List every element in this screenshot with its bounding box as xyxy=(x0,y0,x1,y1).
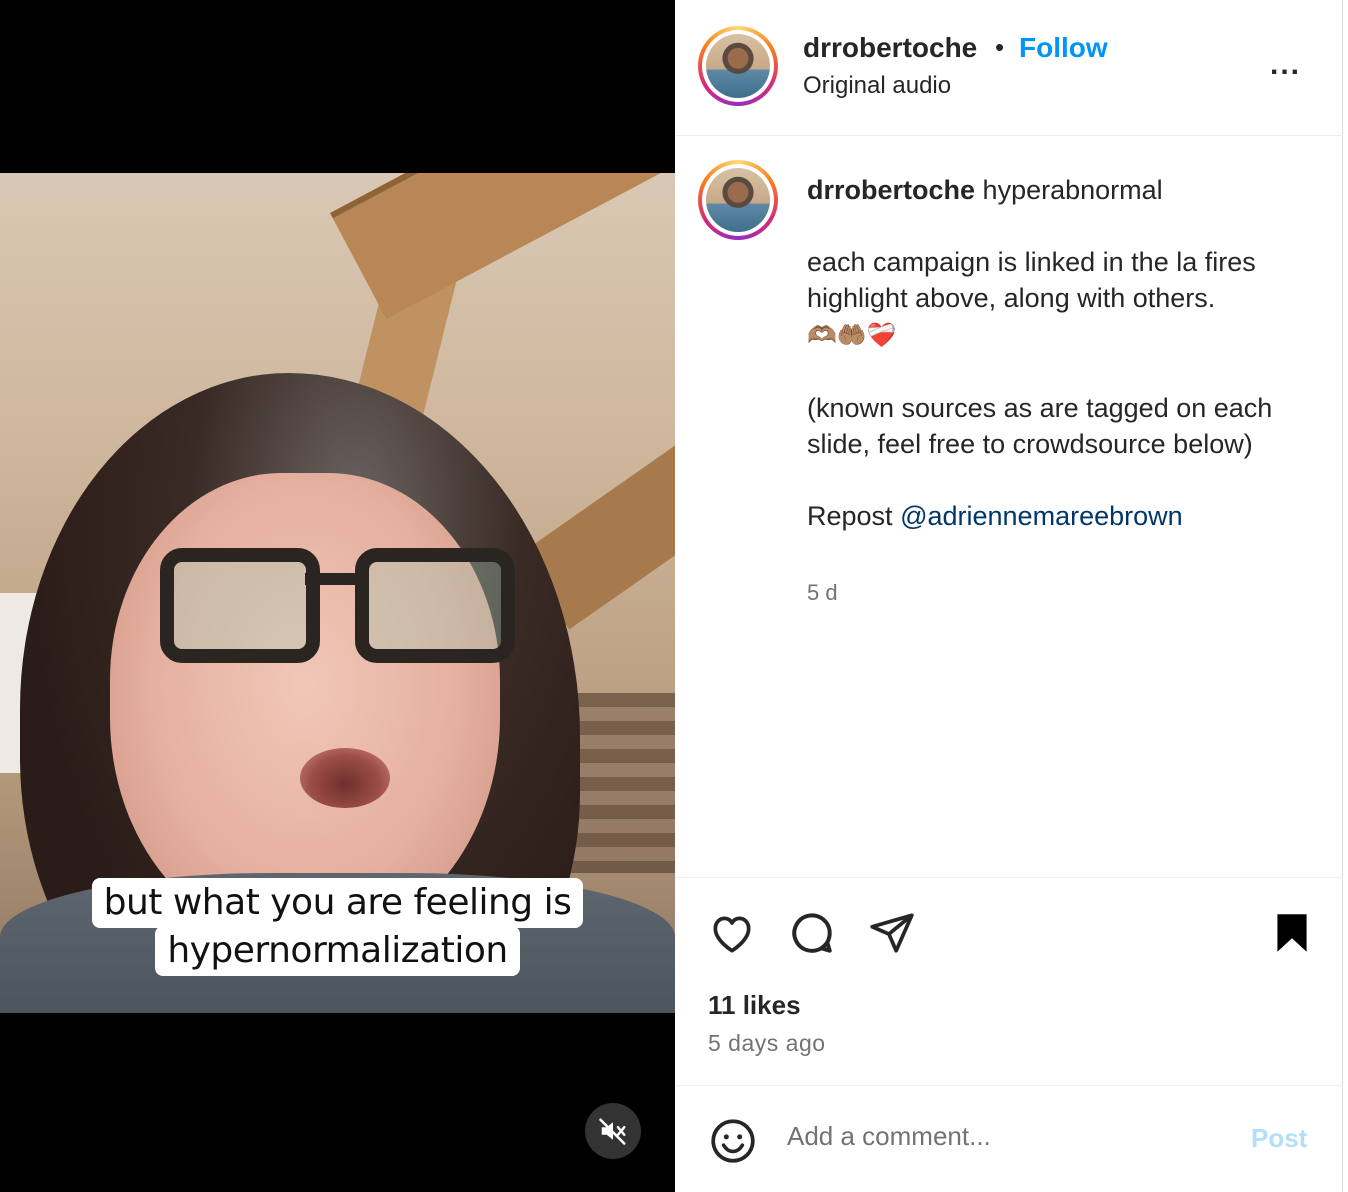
video-caption-line1: but what you are feeling is xyxy=(0,878,675,928)
mute-toggle-button[interactable] xyxy=(585,1103,641,1159)
caption-paragraph-1: each campaign is linked in the la fires … xyxy=(807,247,1256,313)
speaker-muted-icon xyxy=(599,1118,626,1145)
paper-plane-icon xyxy=(870,913,914,953)
author-username[interactable]: drrobertoche xyxy=(803,32,977,64)
bookmark-filled-icon xyxy=(1277,914,1307,952)
comment-input[interactable] xyxy=(787,1121,1207,1152)
caption-author-avatar[interactable] xyxy=(698,160,778,240)
smiley-icon xyxy=(711,1119,755,1163)
caption-username[interactable]: drrobertoche xyxy=(807,175,975,205)
post-date[interactable]: 5 days ago xyxy=(708,1030,826,1057)
like-button[interactable] xyxy=(707,908,757,963)
post-comment-button[interactable]: Post xyxy=(1251,1123,1307,1154)
likes-count[interactable]: 11 likes xyxy=(708,990,801,1021)
emoji-picker-button[interactable] xyxy=(708,1116,758,1171)
heart-icon xyxy=(713,916,751,953)
comment-button[interactable] xyxy=(787,908,837,963)
caption-first-line: hyperabnormal xyxy=(982,175,1163,205)
post-caption: drrobertoche hyperabnormal each campaign… xyxy=(807,172,1307,534)
separator-dot: • xyxy=(995,32,1005,62)
caption-emojis: 🫶🏽🤲🏽❤️‍🩹 xyxy=(807,322,897,349)
follow-button[interactable]: Follow xyxy=(1019,32,1108,64)
action-bar: 11 likes 5 days ago xyxy=(675,877,1343,1087)
caption-timestamp[interactable]: 5 d xyxy=(807,580,838,606)
post-panel: drrobertoche • Follow Original audio ...… xyxy=(675,0,1343,1192)
share-button[interactable] xyxy=(867,908,917,963)
mention-link[interactable]: @adriennemareebrown xyxy=(900,501,1183,531)
author-avatar[interactable] xyxy=(698,26,778,106)
post-header: drrobertoche • Follow Original audio ... xyxy=(675,0,1343,136)
repost-prefix: Repost xyxy=(807,501,893,531)
video-player[interactable]: but what you are feeling is hypernormali… xyxy=(0,0,675,1192)
video-caption-line2: hypernormalization xyxy=(0,926,675,976)
save-button[interactable] xyxy=(1267,908,1317,963)
comment-box: Post xyxy=(675,1085,1343,1192)
more-horizontal-icon: ... xyxy=(1270,48,1302,81)
audio-link[interactable]: Original audio xyxy=(803,72,951,100)
caption-paragraph-2: (known sources as are tagged on each sli… xyxy=(807,393,1273,459)
more-options-button[interactable]: ... xyxy=(1270,48,1301,82)
comment-bubble-icon xyxy=(792,913,832,953)
